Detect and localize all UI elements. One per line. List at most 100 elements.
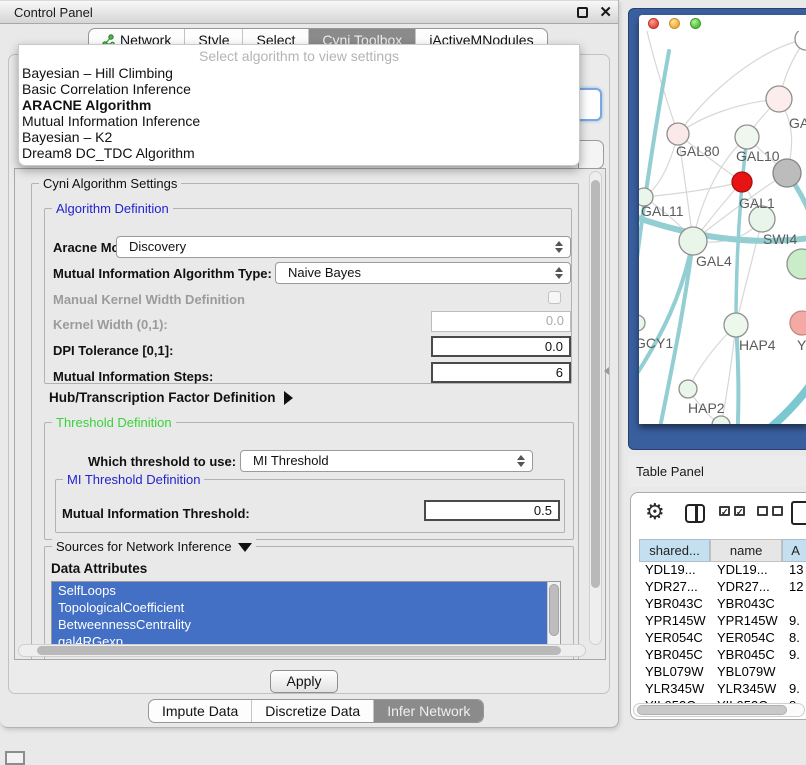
tab-impute-data-label: Impute Data xyxy=(162,700,238,723)
list-scrollbar[interactable] xyxy=(547,582,560,650)
select-all-checkbox-icon[interactable]: ✓ xyxy=(734,506,745,516)
select-all-checkbox-icon[interactable]: ✓ xyxy=(719,506,730,516)
table-row[interactable]: YLR345W YLR345W 9. xyxy=(631,681,806,698)
control-panel-titlebar: Control Panel ✕ xyxy=(0,0,618,24)
node-gal4[interactable] xyxy=(679,227,707,255)
dropdown-item[interactable]: Mutual Information Inference xyxy=(22,113,200,129)
table-row[interactable]: YBL079W YBL079W xyxy=(631,664,806,681)
table-cell[interactable]: 9. xyxy=(789,647,800,662)
table-cell[interactable]: YLR345W xyxy=(645,681,704,696)
table-cell[interactable]: 8. xyxy=(789,630,800,645)
table-cell[interactable]: YDR27... xyxy=(645,579,698,594)
dropdown-item-selected[interactable]: ARACNE Algorithm xyxy=(22,97,151,113)
kernel-width-field[interactable]: 0.0 xyxy=(431,311,571,332)
dropdown-item[interactable]: Basic Correlation Inference xyxy=(22,81,191,97)
dpi-tolerance-label: DPI Tolerance [0,1]: xyxy=(53,343,173,358)
table-cell[interactable]: YBL079W xyxy=(645,664,704,679)
node-hap4[interactable] xyxy=(724,313,748,337)
close-icon[interactable]: ✕ xyxy=(599,3,612,21)
table-cell[interactable]: YBR043C xyxy=(717,596,775,611)
tab-impute-data[interactable]: Impute Data xyxy=(149,700,251,722)
sources-toggle[interactable]: Sources for Network Inference xyxy=(52,539,256,554)
list-item[interactable]: SelfLoops xyxy=(52,582,560,599)
traffic-light-minimize-icon[interactable] xyxy=(669,18,680,29)
node[interactable] xyxy=(795,31,806,50)
table-cell[interactable]: YBR045C xyxy=(645,647,703,662)
dropdown-item[interactable]: Bayesian – K2 xyxy=(22,129,112,145)
list-item[interactable]: BetweennessCentrality xyxy=(52,616,560,633)
mi-threshold-field[interactable]: 0.5 xyxy=(424,500,560,521)
column-header[interactable]: shared... xyxy=(639,539,710,562)
list-item[interactable]: TopologicalCoefficient xyxy=(52,599,560,616)
apply-button[interactable]: Apply xyxy=(270,670,338,693)
gear-icon[interactable]: ⚙ xyxy=(645,501,665,523)
manual-kernel-checkbox[interactable] xyxy=(548,291,561,304)
column-header[interactable]: name xyxy=(710,539,782,562)
table-cell[interactable]: YDL19... xyxy=(717,562,768,577)
node-red-selected[interactable] xyxy=(732,172,752,192)
table-cell[interactable]: YDR27... xyxy=(717,579,770,594)
table-cell[interactable]: 13 xyxy=(789,562,803,577)
node[interactable] xyxy=(787,249,806,279)
network-canvas[interactable]: GAL80 GAL10 GAL1 GAL11 SWI4 GAL4 GCY1 HA… xyxy=(639,31,806,424)
file-icon[interactable] xyxy=(791,501,806,525)
threshold-definition-title: Threshold Definition xyxy=(52,415,176,430)
node[interactable] xyxy=(712,416,730,424)
split-columns-icon[interactable] xyxy=(685,504,705,523)
minimized-panel-icon[interactable] xyxy=(5,751,25,765)
mi-steps-field[interactable]: 6 xyxy=(431,362,571,383)
table-row[interactable]: YDL19... YDL19... 13 xyxy=(631,562,806,579)
node-hap2[interactable] xyxy=(679,380,697,398)
tab-infer-network-label: Infer Network xyxy=(387,700,470,723)
table-cell[interactable]: 9. xyxy=(789,613,800,628)
dropdown-item[interactable]: Dream8 DC_TDC Algorithm xyxy=(22,145,195,161)
table-cell[interactable]: YLR345W xyxy=(717,681,776,696)
table-row[interactable]: YBR043C YBR043C xyxy=(631,596,806,613)
traffic-light-zoom-icon[interactable] xyxy=(690,18,701,29)
table-row[interactable]: YDR27... YDR27... 12 xyxy=(631,579,806,596)
deselect-all-checkbox-icon[interactable] xyxy=(757,506,768,516)
sources-group: Sources for Network Inference Data Attri… xyxy=(44,546,574,660)
column-header[interactable]: A xyxy=(782,539,806,562)
node[interactable] xyxy=(790,311,806,335)
table-row[interactable]: YPR145W YPR145W 9. xyxy=(631,613,806,630)
table-cell[interactable]: YPR145W xyxy=(645,613,706,628)
dropdown-item[interactable]: Bayesian – Hill Climbing xyxy=(22,65,173,81)
which-threshold-combo[interactable]: MI Threshold xyxy=(240,450,533,472)
node-gcy1[interactable] xyxy=(639,315,645,331)
node[interactable] xyxy=(766,86,792,112)
table-horizontal-scrollbar[interactable] xyxy=(633,703,805,717)
aracne-mode-combo[interactable]: Discovery xyxy=(116,236,571,258)
network-combo-fragment xyxy=(578,88,602,121)
table-cell[interactable]: 12 xyxy=(789,579,803,594)
hub-definition-toggle[interactable]: Hub/Transcription Factor Definition xyxy=(49,390,293,405)
table-cell[interactable]: YER054C xyxy=(717,630,775,645)
dpi-tolerance-field[interactable]: 0.0 xyxy=(431,336,571,357)
node-label: HAP4 xyxy=(739,337,776,353)
traffic-light-close-icon[interactable] xyxy=(648,18,659,29)
table-row[interactable]: YER054C YER054C 8. xyxy=(631,630,806,647)
data-attributes-list[interactable]: SelfLoops TopologicalCoefficient Between… xyxy=(51,581,561,651)
tab-discretize-data[interactable]: Discretize Data xyxy=(251,700,373,722)
mi-type-combo[interactable]: Naive Bayes xyxy=(275,262,571,284)
table-cell[interactable]: YER054C xyxy=(645,630,703,645)
node-label: Y xyxy=(797,337,806,353)
table-cell[interactable]: 9. xyxy=(789,681,800,696)
panel-splitter-arrow[interactable] xyxy=(604,367,609,375)
data-attributes-label: Data Attributes xyxy=(51,561,147,576)
table-cell[interactable]: YBL079W xyxy=(717,664,776,679)
node-gal80[interactable] xyxy=(667,123,689,145)
settings-horizontal-scrollbar[interactable] xyxy=(18,644,586,657)
float-window-icon[interactable] xyxy=(577,7,588,18)
tab-infer-network[interactable]: Infer Network xyxy=(373,700,483,722)
table-cell[interactable]: YPR145W xyxy=(717,613,778,628)
table-row[interactable]: YBR045C YBR045C 9. xyxy=(631,647,806,664)
node-gal10[interactable] xyxy=(735,125,759,149)
table-cell[interactable]: YBR045C xyxy=(717,647,775,662)
settings-vertical-scrollbar[interactable] xyxy=(589,171,602,645)
table-cell[interactable]: YDL19... xyxy=(645,562,696,577)
aracne-mode-value: Discovery xyxy=(129,239,186,254)
cyni-algorithm-settings-title: Cyni Algorithm Settings xyxy=(39,176,181,191)
deselect-all-checkbox-icon[interactable] xyxy=(772,506,783,516)
table-cell[interactable]: YBR043C xyxy=(645,596,703,611)
